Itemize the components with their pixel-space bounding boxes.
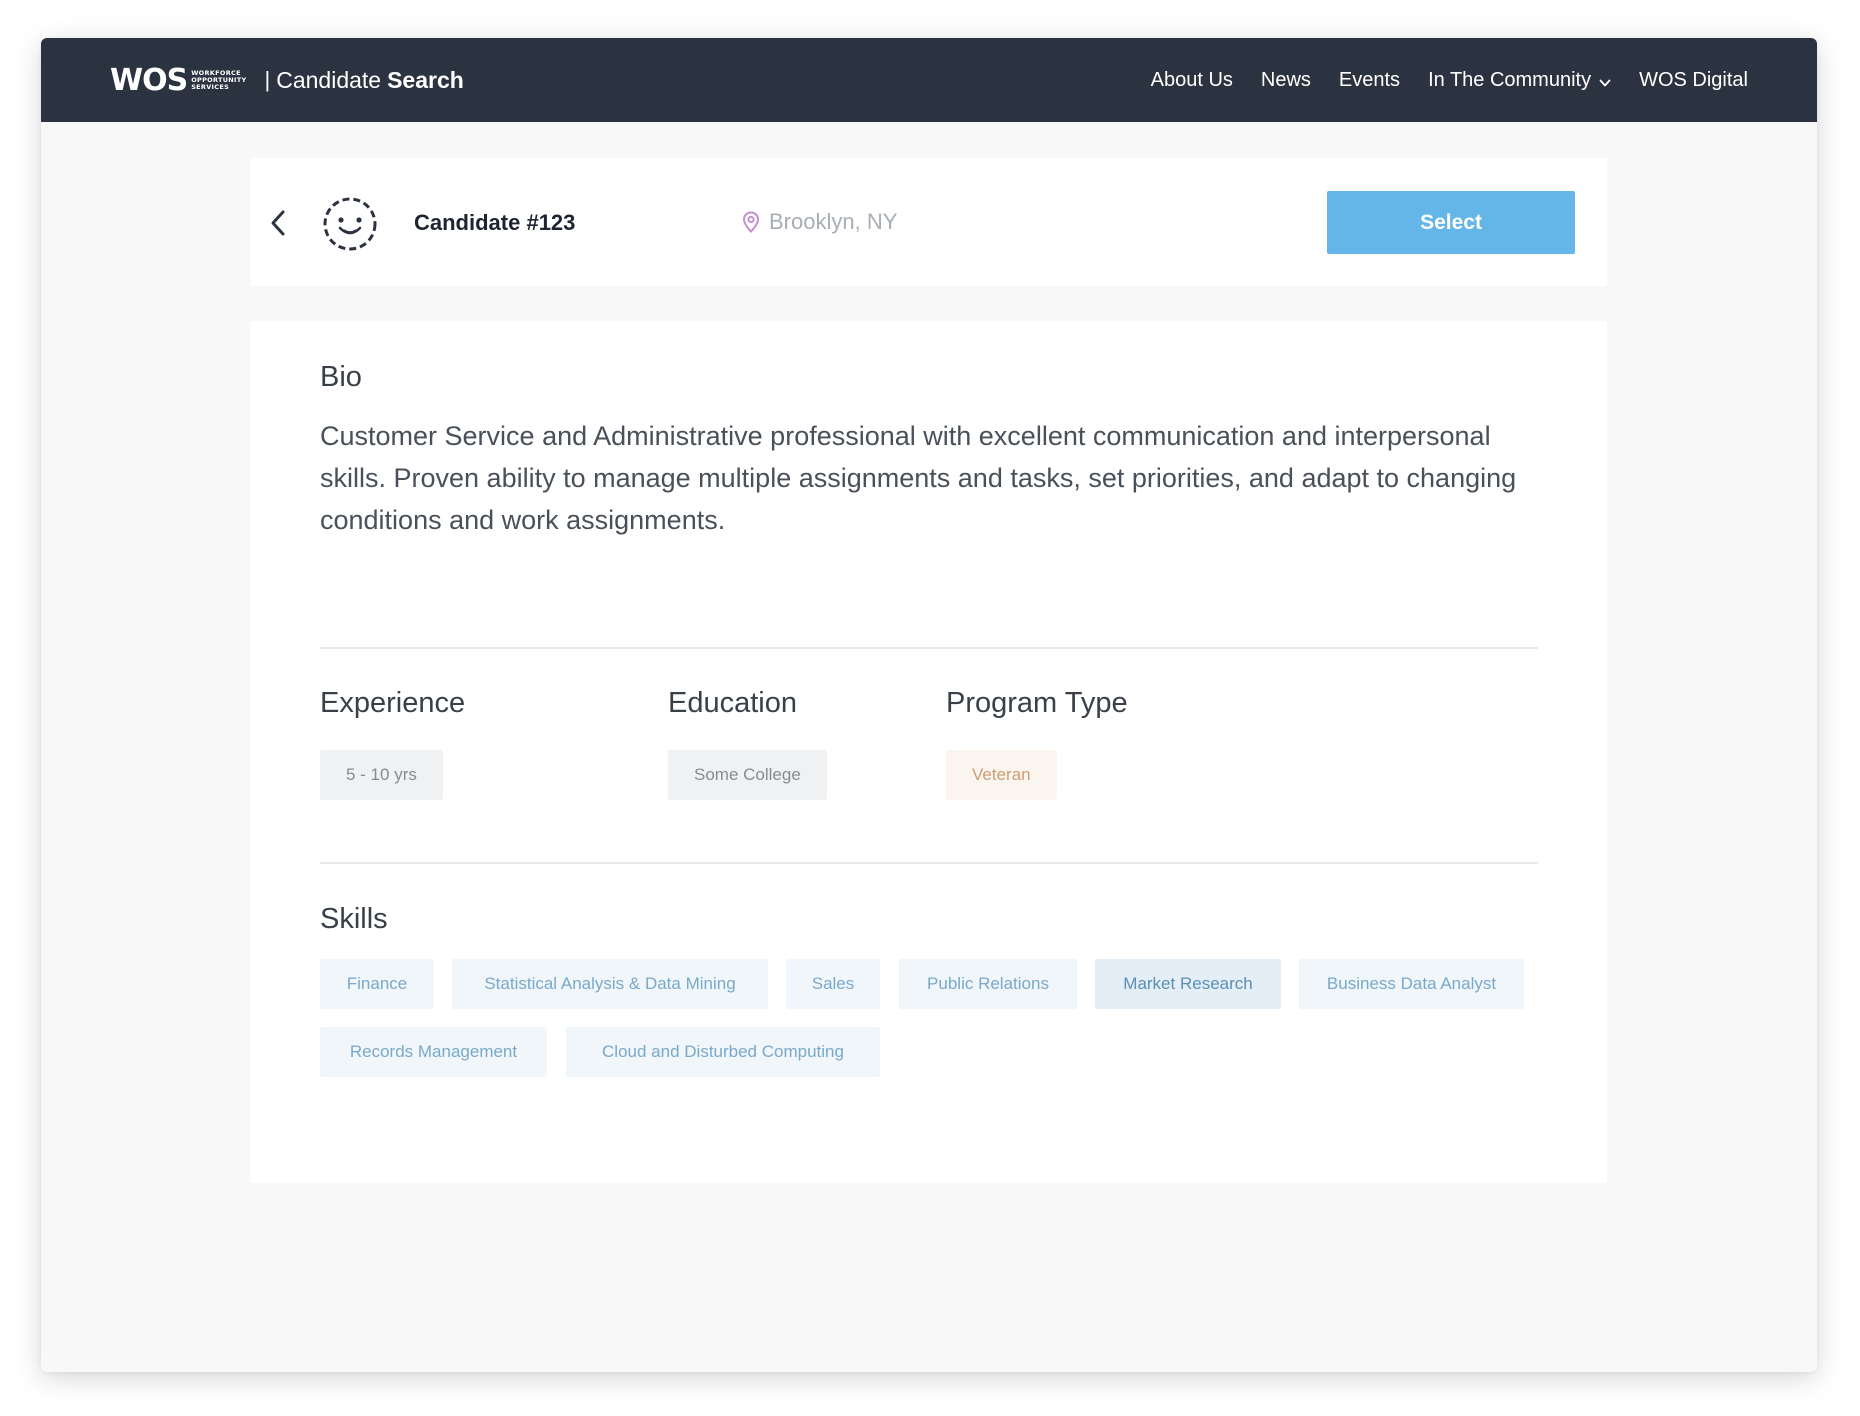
chevron-down-icon — [1599, 79, 1611, 87]
select-button[interactable]: Select — [1327, 191, 1575, 254]
skills-heading: Skills — [320, 903, 388, 935]
skill-tag[interactable]: Statistical Analysis & Data Mining — [452, 959, 768, 1009]
bio-heading: Bio — [320, 361, 362, 393]
top-navbar: WOS WORKFORCE OPPORTUNITY SERVICES | Can… — [41, 38, 1817, 122]
skill-tag[interactable]: Records Management — [320, 1027, 547, 1077]
brand-separator: | — [264, 67, 271, 92]
nav-link-wos-digital[interactable]: WOS Digital — [1639, 69, 1748, 92]
education-tag: Some College — [668, 750, 827, 800]
logo-sub-line: SERVICES — [191, 82, 230, 91]
smiley-avatar-icon — [323, 197, 377, 251]
location-text: Brooklyn, NY — [769, 209, 898, 234]
map-pin-icon — [742, 211, 760, 233]
experience-heading: Experience — [320, 687, 466, 719]
nav-link-events[interactable]: Events — [1339, 69, 1400, 92]
nav-link-label: In The Community — [1428, 68, 1592, 91]
skill-tag[interactable]: Finance — [320, 959, 434, 1009]
browser-window: WOS WORKFORCE OPPORTUNITY SERVICES | Can… — [41, 38, 1817, 1372]
bio-text: Customer Service and Administrative prof… — [320, 421, 1517, 535]
candidate-name: Candidate #123 — [414, 210, 576, 235]
candidate-header: Candidate #123 Brooklyn, NY Select — [250, 158, 1607, 286]
nav-links: About Us News Events In The Community WO… — [1123, 69, 1748, 92]
skill-tag[interactable]: Sales — [786, 959, 880, 1009]
candidate-location: Brooklyn, NY — [742, 209, 897, 235]
skill-tag[interactable]: Cloud and Disturbed Computing — [566, 1027, 880, 1077]
program-type-tag: Veteran — [946, 750, 1057, 800]
education-heading: Education — [668, 687, 797, 719]
nav-link-about-us[interactable]: About Us — [1151, 69, 1233, 92]
logo-text: WOS — [110, 62, 188, 98]
experience-tag: 5 - 10 yrs — [320, 750, 443, 800]
candidate-details: Bio Customer Service and Administrative … — [250, 321, 1607, 1183]
app-title-light: Candidate — [276, 66, 382, 93]
skill-tag-selected[interactable]: Market Research — [1095, 959, 1281, 1009]
skill-tag[interactable]: Public Relations — [899, 959, 1077, 1009]
nav-link-news[interactable]: News — [1261, 69, 1311, 92]
divider — [320, 647, 1538, 649]
brand[interactable]: WOS WORKFORCE OPPORTUNITY SERVICES | Can… — [110, 63, 464, 98]
divider — [320, 862, 1538, 864]
program-type-heading: Program Type — [946, 687, 1128, 719]
skill-tag[interactable]: Business Data Analyst — [1299, 959, 1524, 1009]
logo-subtext: WORKFORCE OPPORTUNITY SERVICES — [191, 69, 246, 91]
app-title-bold: Search — [387, 66, 464, 93]
nav-link-in-the-community[interactable]: In The Community — [1428, 69, 1611, 92]
back-arrow-icon[interactable] — [268, 208, 288, 238]
wos-logo[interactable]: WOS WORKFORCE OPPORTUNITY SERVICES — [110, 63, 247, 98]
